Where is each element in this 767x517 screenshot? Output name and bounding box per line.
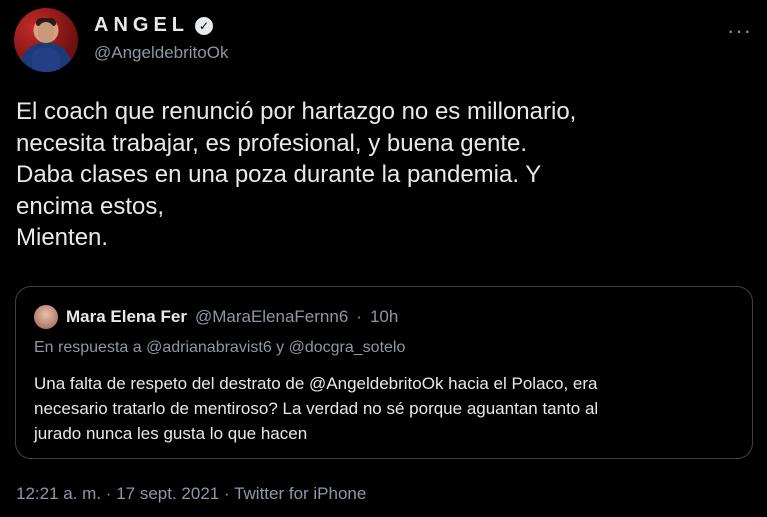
author-display-name[interactable]: ANGEL ✓ <box>94 14 228 37</box>
tweet-metadata: 12:21 a. m. · 17 sept. 2021 · Twitter fo… <box>16 484 366 504</box>
avatar-shirt <box>32 48 60 72</box>
author-handle[interactable]: @AngeldebritoOk <box>94 43 228 63</box>
quoted-author-handle[interactable]: @MaraElenaFernn6 <box>195 307 348 327</box>
verified-badge-icon: ✓ <box>195 16 213 35</box>
avatar-face <box>38 22 54 42</box>
quoted-tweet-text: Una falta de respeto del destrato de @An… <box>34 371 734 446</box>
quoted-tweet-header: Mara Elena Fer @MaraElenaFernn6 · 10h <box>34 305 398 329</box>
tweet-time[interactable]: 12:21 a. m. <box>16 484 101 503</box>
quoted-line: Una falta de respeto del destrato de @An… <box>34 374 598 393</box>
more-options-icon[interactable]: ··· <box>727 18 752 44</box>
tweet-line: El coach que renunció por hartazgo no es… <box>16 98 577 125</box>
quoted-author-name[interactable]: Mara Elena Fer <box>66 307 187 327</box>
meta-separator: · <box>105 484 112 503</box>
quoted-line: necesario tratarlo de mentiroso? La verd… <box>34 399 599 418</box>
quoted-author-avatar[interactable] <box>34 305 58 329</box>
author-avatar[interactable] <box>14 8 78 72</box>
tweet-source[interactable]: Twitter for iPhone <box>234 484 366 503</box>
tweet-line: Mienten. <box>16 224 109 251</box>
tweet-header: ANGEL ✓ @AngeldebritoOk ··· <box>14 8 754 72</box>
quoted-separator: · <box>356 307 362 326</box>
quoted-time[interactable]: 10h <box>370 307 398 327</box>
meta-separator: · <box>223 484 230 503</box>
tweet-text: El coach que renunció por hartazgo no es… <box>16 96 746 254</box>
author-names: ANGEL ✓ @AngeldebritoOk <box>94 14 228 63</box>
tweet-line: Daba clases en una poza durante la pande… <box>16 161 542 188</box>
reply-context: En respuesta a @adrianabravist6 y @docgr… <box>34 339 406 356</box>
tweet-line: encima estos, <box>16 192 165 220</box>
quoted-tweet-card[interactable]: Mara Elena Fer @MaraElenaFernn6 · 10h En… <box>15 286 753 459</box>
tweet-date[interactable]: 17 sept. 2021 <box>116 484 219 503</box>
author-name-text[interactable]: ANGEL <box>94 14 189 37</box>
quoted-line: jurado nunca les gusta lo que hacen <box>34 424 308 443</box>
tweet-line: necesita trabajar, es profesional, y bue… <box>16 129 528 157</box>
